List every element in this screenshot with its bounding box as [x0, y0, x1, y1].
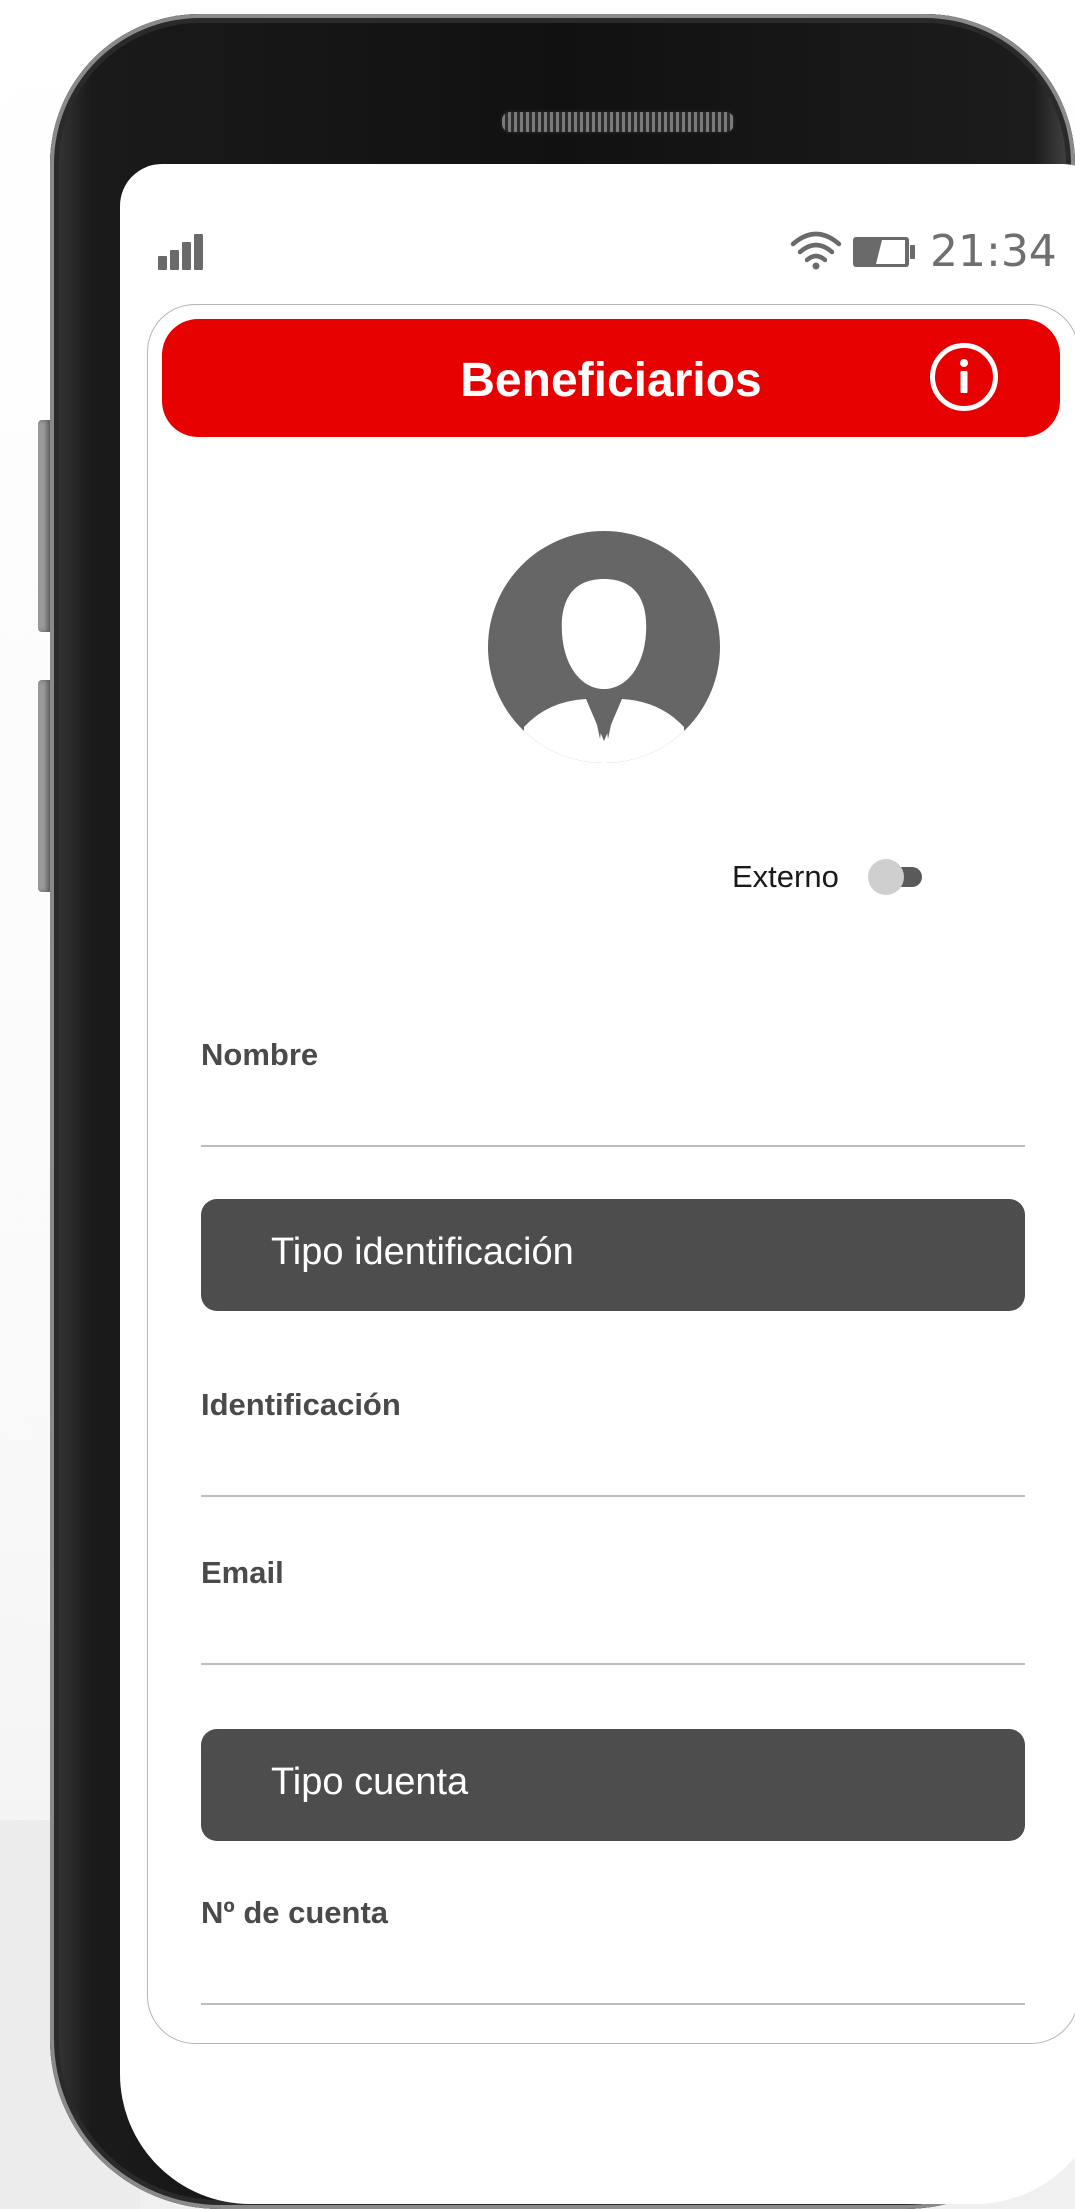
id-input[interactable]	[201, 1447, 1025, 1497]
volume-down-button	[38, 680, 50, 892]
name-label: Nombre	[201, 1037, 319, 1072]
external-toggle[interactable]	[868, 859, 924, 895]
volume-up-button	[38, 420, 50, 632]
id-type-select[interactable]: Tipo identificación	[201, 1199, 1025, 1311]
earpiece-speaker	[500, 110, 736, 134]
account-number-input[interactable]	[201, 1955, 1025, 2005]
id-type-select-label: Tipo identificación	[271, 1231, 574, 1273]
toggle-knob	[868, 859, 904, 895]
page-title: Beneficiarios	[460, 354, 762, 407]
account-type-select[interactable]: Tipo cuenta	[201, 1729, 1025, 1841]
id-label: Identificación	[201, 1387, 401, 1422]
account-number-label: Nº de cuenta	[201, 1895, 389, 1930]
external-toggle-label: Externo	[732, 859, 839, 894]
status-time: 21:34	[930, 226, 1057, 277]
info-icon	[960, 359, 968, 393]
info-button[interactable]	[930, 343, 998, 411]
status-bar: 21:34	[120, 164, 1075, 277]
signal-bars-icon	[158, 234, 208, 270]
email-input[interactable]	[201, 1615, 1025, 1665]
name-input[interactable]	[201, 1097, 1025, 1147]
account-type-select-label: Tipo cuenta	[271, 1761, 469, 1803]
phone-screen: 21:34 Beneficiarios Externo Nombre Tipo …	[120, 164, 1075, 2204]
header-bar: Beneficiarios	[162, 319, 1060, 437]
battery-icon	[853, 237, 915, 267]
beneficiary-form-card: Beneficiarios Externo Nombre Tipo identi…	[147, 304, 1075, 2044]
wifi-icon	[790, 231, 842, 270]
phone-frame: 21:34 Beneficiarios Externo Nombre Tipo …	[50, 14, 1075, 2209]
email-label: Email	[201, 1555, 284, 1590]
user-avatar-icon[interactable]	[488, 531, 720, 763]
